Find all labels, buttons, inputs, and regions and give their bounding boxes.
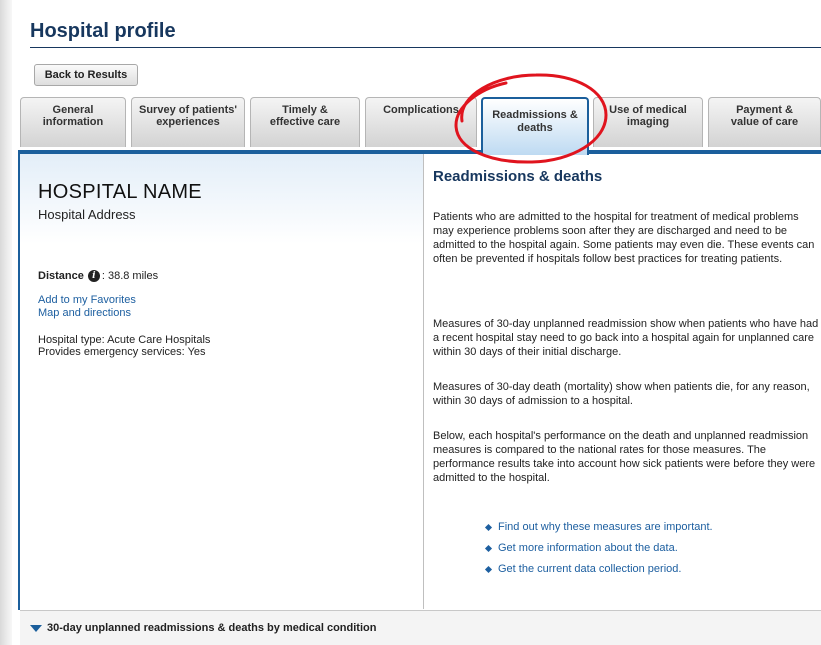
hospital-name: HOSPITAL NAME [38,181,202,203]
title-divider [30,47,821,48]
hospital-type: Hospital type: Acute Care Hospitals [38,334,211,346]
hospital-address: Hospital Address [38,207,136,222]
page-left-edge [0,0,12,645]
mortality-paragraph: Measures of 30-day death (mortality) sho… [433,381,810,407]
bullet-diamond-icon [484,544,493,552]
more-info-data-link[interactable]: Get more information about the data. [498,541,678,555]
section-title: Readmissions & deaths [433,168,603,185]
list-item: Find out why these measures are importan… [484,520,713,534]
readmission-paragraph: Measures of 30-day unplanned readmission… [433,318,819,358]
list-item: Get the current data collection period. [484,562,713,576]
tab-complications[interactable]: Complications [365,97,477,147]
distance-value: : 38.8 miles [101,270,159,282]
tab-payment-value-of-care[interactable]: Payment & value of care [708,97,821,147]
map-and-directions-link[interactable]: Map and directions [38,307,131,319]
info-links-list: Find out why these measures are importan… [484,520,713,583]
info-icon[interactable]: i [87,270,100,282]
back-to-results-button[interactable]: Back to Results [34,64,138,86]
bullet-diamond-icon [484,565,493,573]
page-title: Hospital profile [30,20,176,42]
conditions-section-label: 30-day unplanned readmissions & deaths b… [47,622,377,634]
performance-paragraph: Below, each hospital's performance on th… [433,430,816,484]
tab-survey-patients-experiences[interactable]: Survey of patients' experiences [131,97,245,147]
why-measures-important-link[interactable]: Find out why these measures are importan… [498,520,713,534]
tab-readmissions-deaths[interactable]: Readmissions & deaths [481,97,589,155]
distance-row: Distance i : 38.8 miles [38,270,158,282]
emergency-services: Provides emergency services: Yes [38,346,206,358]
expand-triangle-icon [30,624,42,632]
column-divider [423,154,424,609]
bullet-diamond-icon [484,523,493,531]
tab-general-information[interactable]: General information [20,97,126,147]
list-item: Get more information about the data. [484,541,713,555]
data-collection-period-link[interactable]: Get the current data collection period. [498,562,681,576]
distance-label: Distance [38,270,84,282]
add-to-favorites-link[interactable]: Add to my Favorites [38,294,136,306]
tab-timely-effective-care[interactable]: Timely & effective care [250,97,360,147]
tab-use-of-medical-imaging[interactable]: Use of medical imaging [593,97,703,147]
conditions-section-toggle[interactable]: 30-day unplanned readmissions & deaths b… [20,610,821,645]
intro-paragraph: Patients who are admitted to the hospita… [433,211,815,265]
